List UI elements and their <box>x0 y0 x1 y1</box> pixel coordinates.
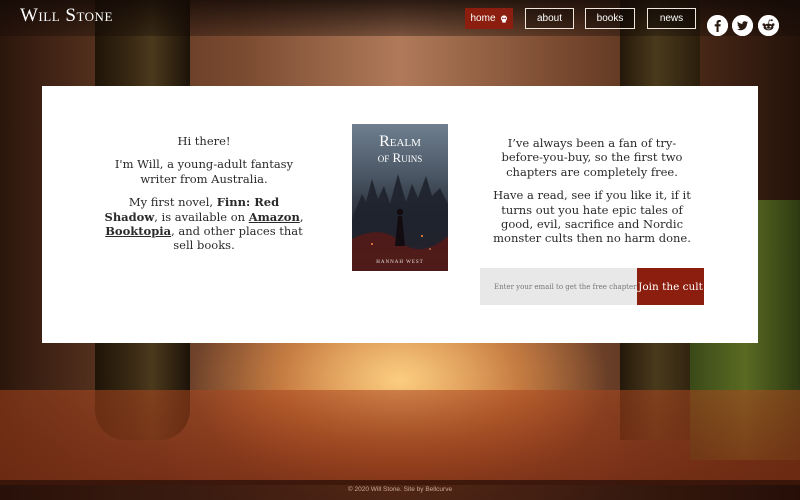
reddit-icon[interactable] <box>758 15 779 36</box>
facebook-icon[interactable] <box>707 15 728 36</box>
join-button[interactable]: Join the cult <box>637 268 704 305</box>
novel-comma: , <box>299 209 304 224</box>
amazon-link[interactable]: Amazon <box>249 210 300 224</box>
site-header: Will Stone home about books news <box>0 0 800 36</box>
main-nav: home about books news <box>0 8 800 36</box>
bio-text: I'm Will, a young-adult fantasy writer f… <box>114 157 294 186</box>
site-footer: © 2020 Will Stone. Site by Bellcurve <box>0 480 800 500</box>
nav-about[interactable]: about <box>525 8 574 29</box>
novel-mid: , is available on <box>154 209 249 224</box>
booktopia-link[interactable]: Booktopia <box>105 224 171 238</box>
nav-books[interactable]: books <box>585 8 635 29</box>
skull-icon <box>500 14 507 23</box>
nav-news[interactable]: news <box>647 8 696 29</box>
novel-suffix: , and other places that sell books. <box>171 223 303 253</box>
twitter-icon[interactable] <box>732 15 753 36</box>
offer-text-2: Have a read, see if you like it, if it t… <box>493 188 691 246</box>
offer-column: I’ve always been a fan of try-before-you… <box>492 136 692 255</box>
book-title-line2: of Ruins <box>377 149 423 165</box>
intro-column: Hi there! I'm Will, a young-adult fantas… <box>104 134 304 262</box>
greeting-text: Hi there! <box>177 134 231 148</box>
email-input[interactable] <box>480 268 637 305</box>
nav-home[interactable]: home <box>465 8 513 29</box>
book-title: Realm of Ruins <box>352 133 448 165</box>
book-cover[interactable]: Realm of Ruins HANNAH WEST <box>352 124 448 271</box>
background-ground <box>0 390 800 485</box>
book-title-line1: Realm <box>379 133 421 150</box>
nav-about-label: about <box>536 13 563 24</box>
novel-prefix: My first novel, <box>128 195 217 210</box>
intro-card: Hi there! I'm Will, a young-adult fantas… <box>42 86 758 343</box>
novel-text: My first novel, Finn: Red Shadow, is ava… <box>104 195 304 253</box>
nav-news-label: news <box>659 13 684 24</box>
offer-text-1: I’ve always been a fan of try-before-you… <box>501 136 683 179</box>
nav-home-label: home <box>470 13 496 24</box>
nav-books-label: books <box>596 13 624 24</box>
book-author: HANNAH WEST <box>376 260 424 265</box>
